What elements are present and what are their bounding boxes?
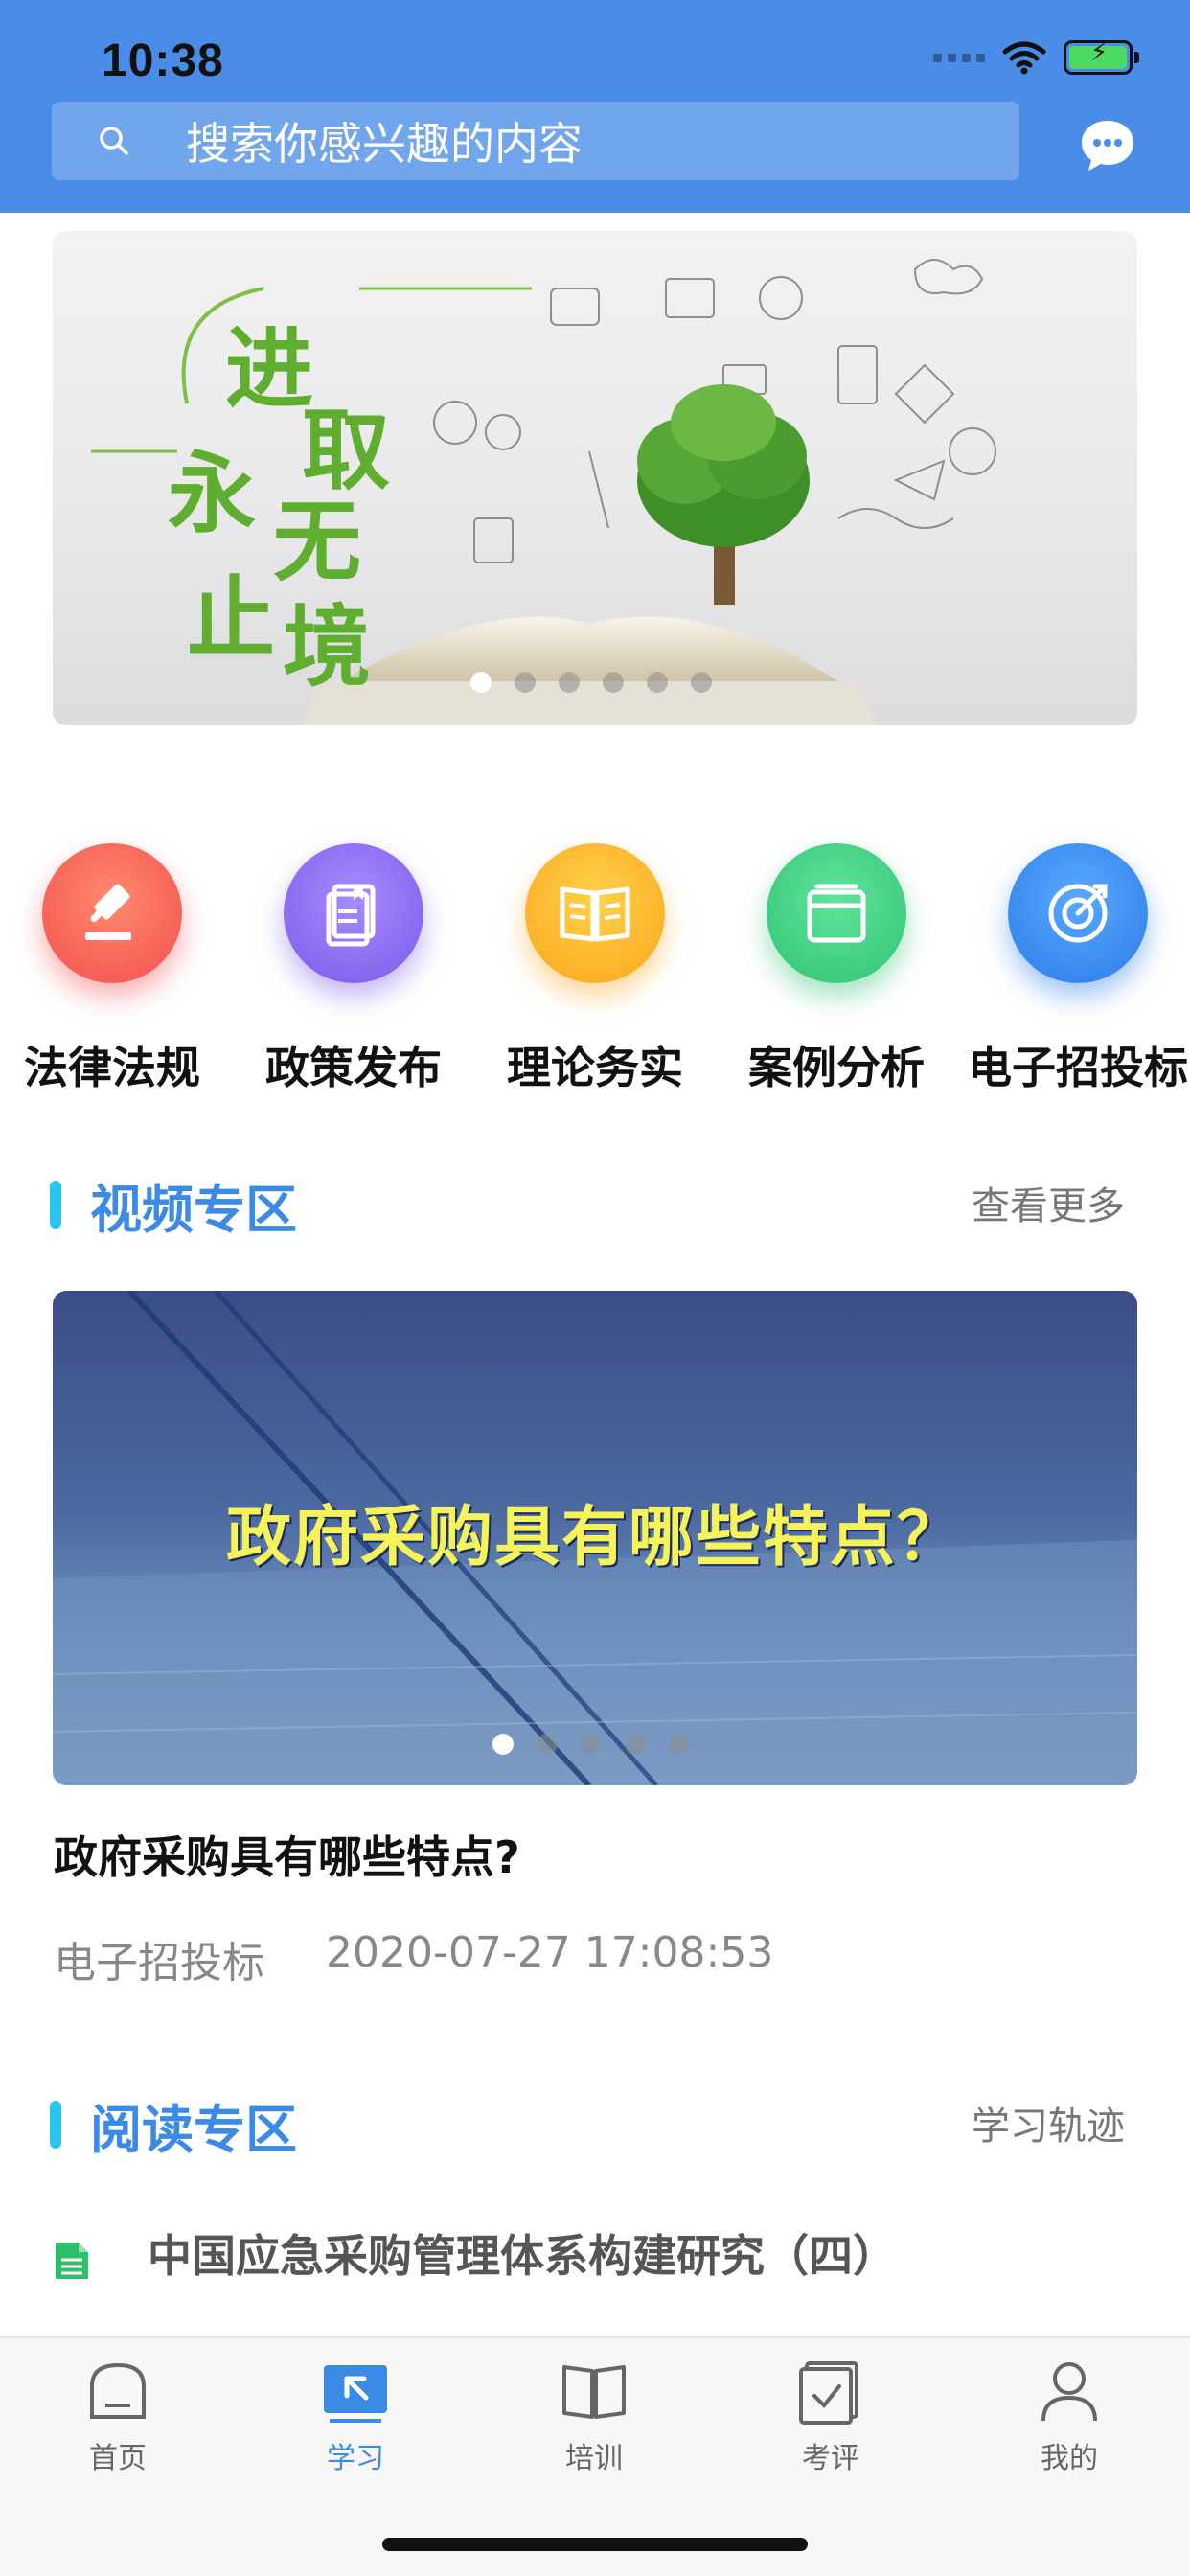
section-title: 阅读专区 — [90, 2100, 297, 2160]
banner-carousel[interactable]: 进 取 永 无 止 境 — [53, 231, 1137, 725]
video-item-datetime: 2020-07-27 17:08:53 — [326, 1928, 774, 1977]
banner-page-dots[interactable] — [470, 672, 712, 693]
wifi-icon — [1002, 41, 1046, 75]
video-item-category: 电子招投标 — [54, 1939, 264, 1988]
category-policy[interactable]: 政策发布 — [243, 843, 464, 1096]
tab-profile[interactable]: 我的 — [993, 2358, 1146, 2476]
banner-char: 进 — [225, 317, 314, 421]
category-label: 法律法规 — [24, 1042, 200, 1093]
search-placeholder: 搜索你感兴趣的内容 — [186, 118, 583, 170]
category-label: 案例分析 — [748, 1042, 925, 1093]
user-icon — [1041, 2362, 1097, 2422]
page-dot[interactable] — [625, 1734, 646, 1755]
video-carousel[interactable]: 政府采购具有哪些特点？ — [53, 1291, 1137, 1785]
page-dot[interactable] — [559, 672, 580, 693]
category-laws[interactable]: 法律法规 — [2, 843, 222, 1096]
page-dot[interactable] — [492, 1734, 514, 1755]
tab-evaluation[interactable]: 考评 — [754, 2358, 907, 2476]
video-item-title[interactable]: 政府采购具有哪些特点? — [54, 1823, 520, 1886]
category-label: 电子招投标 — [968, 1042, 1188, 1093]
document-icon — [56, 2242, 88, 2279]
cellular-signal-icon — [933, 53, 985, 62]
reading-list-item[interactable]: 中国应急采购管理体系构建研究（四） — [50, 2221, 897, 2285]
header: 10:38 搜索你感兴趣的内容 — [0, 0, 1190, 213]
view-more-link[interactable]: 查看更多 — [972, 1175, 1125, 1230]
video-page-dots[interactable] — [492, 1734, 690, 1755]
tab-home[interactable]: 首页 — [41, 2358, 195, 2476]
page-dot[interactable] — [691, 672, 712, 693]
checklist-icon — [799, 2361, 858, 2425]
category-theory[interactable]: 理论务实 — [485, 843, 705, 1096]
tab-training[interactable]: 培训 — [517, 2358, 671, 2476]
reading-section-header: 阅读专区 学习轨迹 — [50, 2083, 1140, 2160]
search-icon — [100, 126, 128, 155]
category-cases[interactable]: 案例分析 — [726, 843, 947, 1096]
open-book-icon — [525, 843, 665, 983]
tab-label: 首页 — [89, 2442, 147, 2475]
tab-label: 学习 — [327, 2442, 384, 2475]
page-dot[interactable] — [647, 672, 668, 693]
section-title: 视频专区 — [90, 1180, 297, 1240]
status-icons — [933, 38, 1139, 75]
banner-caption: 进 取 永 无 止 境 — [168, 288, 417, 699]
target-icon — [1008, 843, 1148, 983]
banner-char: 永 — [168, 442, 257, 545]
banner-char: 止 — [187, 566, 276, 670]
page-dot[interactable] — [581, 1734, 602, 1755]
message-icon[interactable] — [1079, 117, 1136, 174]
section-accent-bar — [50, 1181, 61, 1229]
video-section-header: 视频专区 查看更多 — [50, 1163, 1140, 1240]
category-label: 政策发布 — [265, 1042, 442, 1093]
tab-learn[interactable]: 学习 — [279, 2358, 432, 2476]
page-dot[interactable] — [669, 1734, 690, 1755]
page-dot[interactable] — [470, 672, 492, 693]
video-item-meta: 电子招投标 2020-07-27 17:08:53 — [54, 1928, 773, 1990]
video-overlay-title: 政府采购具有哪些特点？ — [225, 1500, 964, 1576]
search-bar[interactable]: 搜索你感兴趣的内容 — [52, 102, 1019, 180]
page-dot[interactable] — [537, 1734, 558, 1755]
gavel-icon — [42, 843, 182, 983]
tab-label: 培训 — [565, 2442, 623, 2475]
home-indicator[interactable] — [382, 2538, 808, 2551]
tab-label: 考评 — [802, 2442, 859, 2475]
battery-icon — [1064, 38, 1139, 75]
category-label: 理论务实 — [507, 1042, 683, 1093]
page-dot[interactable] — [515, 672, 536, 693]
page-dot[interactable] — [603, 672, 624, 693]
reading-item-title: 中国应急采购管理体系构建研究（四） — [148, 2230, 897, 2282]
tab-label: 我的 — [1041, 2442, 1098, 2475]
document-icon — [284, 843, 423, 983]
banner-char: 境 — [283, 595, 372, 699]
category-grid: 法律法规 政策发布 理论务实 案例分析 电子招投标 — [0, 843, 1190, 1096]
home-icon — [90, 2362, 146, 2419]
section-accent-bar — [50, 2101, 61, 2149]
learn-icon — [324, 2365, 387, 2423]
book-icon — [562, 2365, 626, 2419]
learning-track-link[interactable]: 学习轨迹 — [972, 2095, 1125, 2150]
folder-icon — [767, 843, 906, 983]
category-ebidding[interactable]: 电子招投标 — [968, 843, 1188, 1096]
status-time: 10:38 — [102, 35, 224, 86]
